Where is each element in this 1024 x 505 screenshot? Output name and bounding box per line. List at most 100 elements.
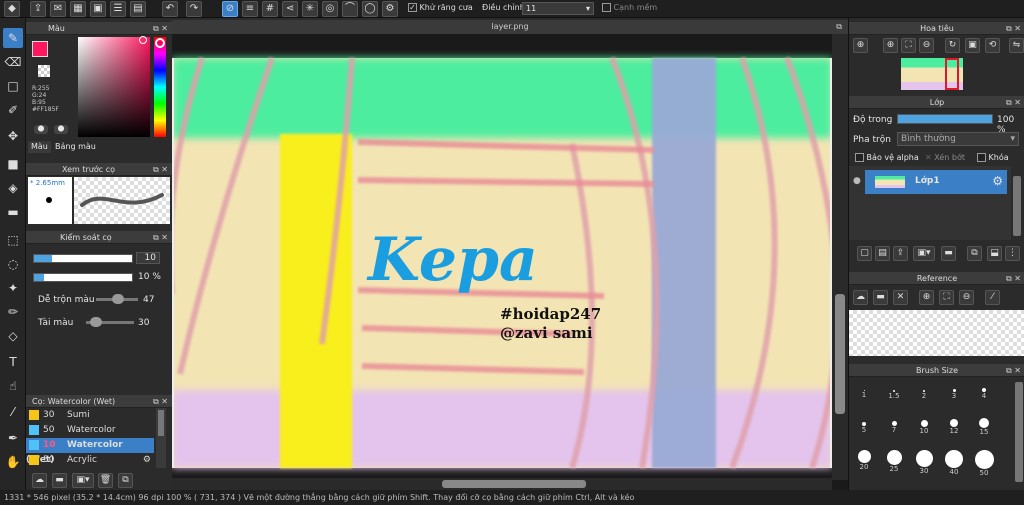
saturation-picker[interactable] <box>78 37 150 137</box>
brush-folder-icon[interactable]: ▬ <box>52 473 67 488</box>
v-scroll-thumb[interactable] <box>835 294 845 414</box>
snap-checkbox[interactable] <box>602 3 611 12</box>
radial-snap-icon[interactable]: ✳ <box>302 1 318 17</box>
folder-layer-icon[interactable]: ▬ <box>941 246 956 261</box>
zoom-out-icon[interactable]: ⊖ <box>919 38 934 53</box>
transparent-swatch[interactable] <box>38 65 50 77</box>
eyedropper2-tool-icon[interactable]: ✒ <box>3 428 23 448</box>
brush-size-15[interactable]: 15 <box>971 416 997 436</box>
tab-color[interactable]: Màu <box>28 141 51 153</box>
vanish-snap-icon[interactable]: ⋖ <box>282 1 298 17</box>
select-pen-tool-icon[interactable]: ✏ <box>3 302 23 322</box>
layer-blend-select[interactable]: Bình thường ▾ <box>897 132 1019 146</box>
more-layer-icon[interactable]: ⋮ <box>1005 246 1020 261</box>
amount-handle[interactable] <box>90 317 102 327</box>
zoom-in-icon[interactable]: ⊕ <box>853 38 868 53</box>
snap-toggle[interactable]: Cạnh mềm <box>602 3 657 12</box>
parallel-snap-icon[interactable]: ≡ <box>242 1 258 17</box>
blend-handle[interactable] <box>112 294 124 304</box>
layer-opacity-slider[interactable] <box>897 114 993 124</box>
reference-close-icon[interactable]: ✕ <box>893 290 908 305</box>
canvas-h-scrollbar[interactable] <box>172 478 832 490</box>
pen-tool-icon[interactable]: ✐ <box>3 100 23 120</box>
correction-select[interactable]: 11 ▾ <box>522 2 594 15</box>
circle-snap-icon[interactable]: ◎ <box>322 1 338 17</box>
brush-item[interactable]: 50 Acrylic <box>26 453 154 468</box>
layer-item-selected[interactable]: Lớp1 ⚙ <box>865 170 1007 194</box>
duplicate-layer-icon[interactable]: ⧉ <box>967 246 982 261</box>
add-layer-menu-icon[interactable]: ▣▾ <box>913 246 935 261</box>
select-eraser-tool-icon[interactable]: ◇ <box>3 326 23 346</box>
panel-menu-icon[interactable]: ⧉ ✕ <box>153 163 168 176</box>
undo-icon[interactable]: ↶ <box>162 1 178 17</box>
brush-size-2[interactable]: 2 <box>911 382 937 400</box>
brush-size-12[interactable]: 12 <box>941 416 967 435</box>
brush-size-25[interactable]: 25 <box>881 450 907 473</box>
flip-icon[interactable]: ⇋ <box>1009 38 1024 53</box>
reference-zoom-out-icon[interactable]: ⊖ <box>959 290 974 305</box>
size-slider[interactable] <box>33 254 133 263</box>
blend-slider[interactable] <box>96 294 138 304</box>
select-all-icon[interactable]: ▣ <box>90 1 106 17</box>
drawing-canvas[interactable]: Kepa #hoidap247 @zavi sami <box>167 34 848 490</box>
panel-menu-icon[interactable]: ⧉ ✕ <box>153 22 168 35</box>
gear-icon[interactable]: ⚙ <box>992 174 1003 188</box>
protect-alpha-checkbox[interactable] <box>855 153 864 162</box>
eraser-tool-icon[interactable]: ⌫ <box>3 52 23 72</box>
panel-menu-icon[interactable]: ⧉ ✕ <box>1006 96 1021 109</box>
brush-size-30[interactable]: 30 <box>911 450 937 475</box>
redo-icon[interactable]: ↷ <box>186 1 202 17</box>
navigator-thumbnail[interactable] <box>901 58 963 90</box>
brush-item[interactable]: 50 Watercolor <box>26 423 154 438</box>
eye-icon[interactable]: ● <box>853 176 861 186</box>
bucket-tool-icon[interactable]: ◈ <box>3 178 23 198</box>
app-menu-icon[interactable]: ◆ <box>4 1 20 17</box>
lasso-tool-icon[interactable]: ◌ <box>3 254 23 274</box>
scroll-thumb[interactable] <box>158 410 164 436</box>
brush-size-20[interactable]: 20 <box>851 450 877 471</box>
hand-tool-icon[interactable]: ✋ <box>3 452 23 472</box>
clipping-toggle[interactable]: ✕ Xén bớt <box>925 153 965 162</box>
brush-size-1-5[interactable]: 1.5 <box>881 382 907 400</box>
brush-item-selected[interactable]: 10 Watercolor (Wet) ⚙ <box>26 438 154 465</box>
brush-add-icon[interactable]: ▣▾ <box>72 473 94 488</box>
operation-tool-icon[interactable]: ☝ <box>3 376 23 396</box>
canvas-viewport[interactable]: Kepa #hoidap247 @zavi sami <box>167 34 848 490</box>
merge-layer-icon[interactable]: ⬓ <box>987 246 1002 261</box>
protect-alpha-toggle[interactable]: Bảo vệ alpha <box>855 153 919 162</box>
new-raster-icon[interactable]: ▤ <box>875 246 890 261</box>
brush-size-3[interactable]: 3 <box>941 382 967 400</box>
settings-snap-icon[interactable]: ⚙ <box>382 1 398 17</box>
lock-checkbox[interactable] <box>977 153 986 162</box>
export-icon[interactable]: ⇪ <box>30 1 46 17</box>
eyedropper-tool-icon[interactable]: ⁄ <box>3 402 23 422</box>
reference-eyedropper-icon[interactable]: ⁄ <box>985 290 1000 305</box>
rect-tool-icon[interactable]: □ <box>3 76 23 96</box>
reset-color-icon[interactable]: ⬤ <box>54 125 68 134</box>
reference-view[interactable] <box>849 310 1024 356</box>
grid-icon[interactable]: ▦ <box>70 1 86 17</box>
maximize-icon[interactable]: ⧉ <box>836 20 842 34</box>
fullscreen-icon[interactable]: ▣ <box>965 38 980 53</box>
panel-menu-icon[interactable]: ⧉ ✕ <box>1006 364 1021 377</box>
panel-menu-icon[interactable]: ⧉ ✕ <box>153 231 168 244</box>
brush-tool-icon[interactable]: ✎ <box>3 28 23 48</box>
brush-size-7[interactable]: 7 <box>881 416 907 434</box>
reference-download-icon[interactable]: ☁ <box>853 290 868 305</box>
brush-download-icon[interactable]: ☁ <box>32 473 47 488</box>
tab-palette[interactable]: Bảng màu <box>52 141 99 153</box>
size-value[interactable]: 10 <box>136 252 160 264</box>
zoom-in-alt-icon[interactable]: ⊕ <box>883 38 898 53</box>
swap-color-icon[interactable]: ⬤ <box>34 125 48 134</box>
import-layer-icon[interactable]: ⇪ <box>893 246 908 261</box>
antialias-checkbox[interactable]: ✓ <box>408 3 417 12</box>
snap-off-icon[interactable]: ⊘ <box>222 1 238 17</box>
opacity-slider[interactable] <box>33 273 133 282</box>
antialias-toggle[interactable]: ✓ Khử răng cưa <box>408 3 473 12</box>
brush-size-40[interactable]: 40 <box>941 450 967 476</box>
chat-icon[interactable]: ✉ <box>50 1 66 17</box>
magic-wand-tool-icon[interactable]: ✦ <box>3 278 23 298</box>
brush-size-scrollbar[interactable] <box>1015 382 1023 482</box>
panel-menu-icon[interactable]: ⧉ ✕ <box>1006 272 1021 285</box>
panel-menu-icon[interactable]: ⧉ ✕ <box>1006 22 1021 35</box>
